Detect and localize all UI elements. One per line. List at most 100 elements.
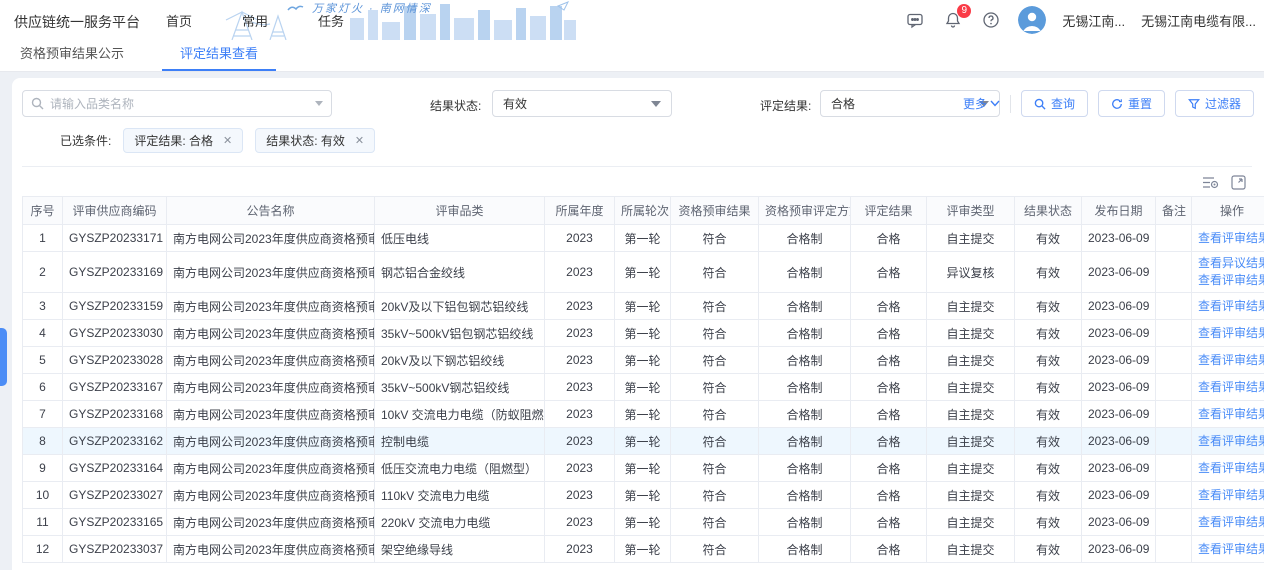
cell-year: 2023 bbox=[545, 536, 615, 563]
cell-remark bbox=[1156, 536, 1192, 563]
plane-glyph bbox=[558, 2, 568, 10]
more-filters-link[interactable]: 更多 bbox=[963, 95, 1000, 112]
view-result-link[interactable]: 查看评审结果 bbox=[1198, 460, 1264, 477]
cell-review-category: 20kV及以下钢芯铝绞线 bbox=[375, 347, 545, 374]
tab-evaluation-results[interactable]: 评定结果查看 bbox=[174, 43, 264, 71]
cell-eval-result: 合格 bbox=[851, 252, 927, 293]
nav-item-tasks[interactable]: 任务 bbox=[312, 11, 350, 30]
cell-publish-date: 2023-06-09 bbox=[1082, 374, 1156, 401]
nav-item-common[interactable]: 常用 bbox=[236, 11, 274, 30]
cell-round: 第一轮 bbox=[615, 225, 671, 252]
help-icon[interactable] bbox=[980, 9, 1002, 31]
notification-badge: 9 bbox=[957, 4, 971, 18]
nav-item-home[interactable]: 首页 bbox=[160, 11, 198, 30]
table-row[interactable]: 10 GYSZP20233027 南方电网公司2023年度供应商资格预审公告 1… bbox=[23, 482, 1264, 509]
view-result-link[interactable]: 查看评审结果 bbox=[1198, 352, 1264, 369]
cell-publish-date: 2023-06-09 bbox=[1082, 320, 1156, 347]
table-row[interactable]: 3 GYSZP20233159 南方电网公司2023年度供应商资格预审公告 20… bbox=[23, 293, 1264, 320]
view-result-link[interactable]: 查看异议结果 bbox=[1198, 255, 1264, 272]
table-row[interactable]: 2 GYSZP20233169 南方电网公司2023年度供应商资格预审公告 钢芯… bbox=[23, 252, 1264, 293]
view-result-link[interactable]: 查看评审结果 bbox=[1198, 325, 1264, 342]
column-header: 评审供应商编码 bbox=[63, 197, 167, 225]
drawer-toggle-handle[interactable] bbox=[0, 328, 7, 386]
divider bbox=[1010, 95, 1011, 113]
remove-tag-icon[interactable]: ✕ bbox=[223, 134, 232, 147]
filter-button[interactable]: 过滤器 bbox=[1175, 90, 1254, 117]
tab-prequalification-results[interactable]: 资格预审结果公示 bbox=[14, 43, 130, 71]
result-status-select[interactable]: 有效 bbox=[492, 90, 672, 117]
cell-remark bbox=[1156, 509, 1192, 536]
cell-round: 第一轮 bbox=[615, 455, 671, 482]
column-header: 评定结果 bbox=[851, 197, 927, 225]
view-result-link[interactable]: 查看评审结果 bbox=[1198, 379, 1264, 396]
cell-eval-method: 合格制 bbox=[759, 482, 851, 509]
cell-supplier-code: GYSZP20233037 bbox=[63, 536, 167, 563]
cell-actions: 查看异议结果查看评审结果 bbox=[1192, 252, 1264, 293]
table-row[interactable]: 9 GYSZP20233164 南方电网公司2023年度供应商资格预审公告 低压… bbox=[23, 455, 1264, 482]
view-result-link[interactable]: 查看评审结果 bbox=[1198, 541, 1264, 558]
cell-publish-date: 2023-06-09 bbox=[1082, 293, 1156, 320]
cell-year: 2023 bbox=[545, 252, 615, 293]
cell-publish-date: 2023-06-09 bbox=[1082, 509, 1156, 536]
cell-result-status: 有效 bbox=[1015, 293, 1082, 320]
user-name[interactable]: 无锡江南... bbox=[1062, 11, 1125, 30]
cell-review-type: 异议复核 bbox=[927, 252, 1015, 293]
cell-result-status: 有效 bbox=[1015, 455, 1082, 482]
view-result-link[interactable]: 查看评审结果 bbox=[1198, 514, 1264, 531]
category-search-input[interactable] bbox=[50, 97, 309, 111]
cell-actions: 查看评审结果 bbox=[1192, 401, 1264, 428]
cell-prequal-result: 符合 bbox=[671, 482, 759, 509]
cell-result-status: 有效 bbox=[1015, 482, 1082, 509]
cell-publish-date: 2023-06-09 bbox=[1082, 252, 1156, 293]
table-row[interactable]: 4 GYSZP20233030 南方电网公司2023年度供应商资格预审公告 35… bbox=[23, 320, 1264, 347]
main-area: 结果状态: 有效 评定结果: 合格 更多 查询 bbox=[0, 72, 1264, 570]
column-header: 备注 bbox=[1156, 197, 1192, 225]
cell-year: 2023 bbox=[545, 455, 615, 482]
remove-tag-icon[interactable]: ✕ bbox=[355, 134, 364, 147]
view-result-link[interactable]: 查看评审结果 bbox=[1198, 433, 1264, 450]
column-header: 序号 bbox=[23, 197, 63, 225]
cell-supplier-code: GYSZP20233030 bbox=[63, 320, 167, 347]
cell-remark bbox=[1156, 252, 1192, 293]
cell-index: 2 bbox=[23, 252, 63, 293]
company-name[interactable]: 无锡江南电缆有限... bbox=[1141, 11, 1256, 30]
messages-icon[interactable] bbox=[904, 9, 926, 31]
combobox-caret-icon bbox=[315, 101, 323, 106]
cell-publish-date: 2023-06-09 bbox=[1082, 225, 1156, 252]
cell-round: 第一轮 bbox=[615, 320, 671, 347]
view-result-link[interactable]: 查看评审结果 bbox=[1198, 406, 1264, 423]
reset-button[interactable]: 重置 bbox=[1098, 90, 1165, 117]
column-header: 所属年度 bbox=[545, 197, 615, 225]
column-header: 发布日期 bbox=[1082, 197, 1156, 225]
table-row[interactable]: 5 GYSZP20233028 南方电网公司2023年度供应商资格预审公告 20… bbox=[23, 347, 1264, 374]
cell-review-type: 自主提交 bbox=[927, 509, 1015, 536]
table-row[interactable]: 6 GYSZP20233167 南方电网公司2023年度供应商资格预审公告 35… bbox=[23, 374, 1264, 401]
column-header: 结果状态 bbox=[1015, 197, 1082, 225]
notifications-bell-icon[interactable]: 9 bbox=[942, 9, 964, 31]
query-button[interactable]: 查询 bbox=[1021, 90, 1088, 117]
cell-result-status: 有效 bbox=[1015, 428, 1082, 455]
table-row[interactable]: 1 GYSZP20233171 南方电网公司2023年度供应商资格预审公告 低压… bbox=[23, 225, 1264, 252]
cell-publish-date: 2023-06-09 bbox=[1082, 428, 1156, 455]
cell-publish-date: 2023-06-09 bbox=[1082, 455, 1156, 482]
cell-review-category: 110kV 交流电力电缆 bbox=[375, 482, 545, 509]
cell-eval-method: 合格制 bbox=[759, 320, 851, 347]
view-result-link[interactable]: 查看评审结果 bbox=[1198, 272, 1264, 289]
cell-index: 10 bbox=[23, 482, 63, 509]
view-result-link[interactable]: 查看评审结果 bbox=[1198, 487, 1264, 504]
cell-eval-result: 合格 bbox=[851, 347, 927, 374]
table-row[interactable]: 8 GYSZP20233162 南方电网公司2023年度供应商资格预审公告 控制… bbox=[23, 428, 1264, 455]
table-row[interactable]: 11 GYSZP20233165 南方电网公司2023年度供应商资格预审公告 2… bbox=[23, 509, 1264, 536]
top-navigation: 首页 常用 任务 bbox=[160, 0, 350, 40]
cell-eval-method: 合格制 bbox=[759, 293, 851, 320]
fullscreen-icon[interactable] bbox=[1231, 175, 1246, 190]
user-avatar[interactable] bbox=[1018, 6, 1046, 34]
category-search-combobox[interactable] bbox=[22, 90, 332, 117]
table-row[interactable]: 7 GYSZP20233168 南方电网公司2023年度供应商资格预审公告 10… bbox=[23, 401, 1264, 428]
table-row[interactable]: 12 GYSZP20233037 南方电网公司2023年度供应商资格预审公告 架… bbox=[23, 536, 1264, 563]
view-result-link[interactable]: 查看评审结果 bbox=[1198, 298, 1264, 315]
view-result-link[interactable]: 查看评审结果 bbox=[1198, 230, 1264, 247]
cell-eval-result: 合格 bbox=[851, 401, 927, 428]
cell-review-category: 低压交流电力电缆（阻燃型） bbox=[375, 455, 545, 482]
column-settings-icon[interactable] bbox=[1202, 175, 1219, 190]
